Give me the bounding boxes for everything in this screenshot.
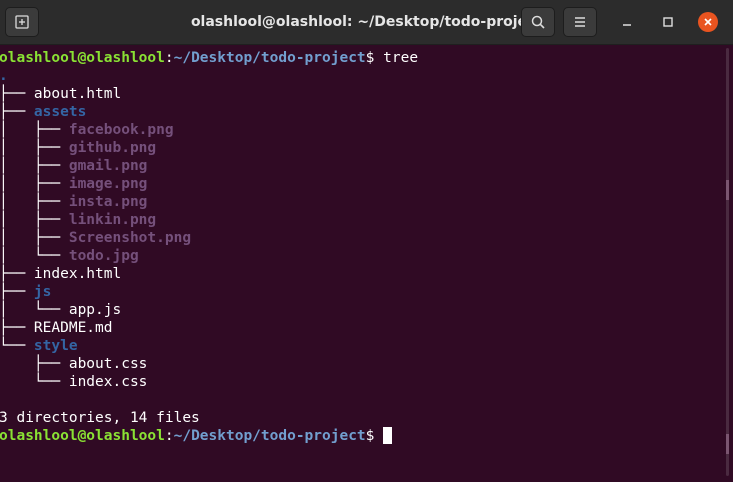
- tree-entry: ├── assets: [0, 103, 86, 121]
- prompt-path: ~/Desktop/todo-project: [173, 50, 366, 66]
- tree-branch: │ ├──: [0, 140, 69, 156]
- tree-summary: 3 directories, 14 files: [0, 410, 200, 426]
- tree-directory-name: assets: [33, 104, 87, 120]
- hamburger-menu-icon: [575, 17, 585, 27]
- tree-branch: │ └──: [0, 248, 69, 264]
- tree-branch: ├──: [0, 266, 34, 282]
- tree-file-name: todo.jpg: [68, 248, 139, 264]
- search-icon: [531, 15, 545, 29]
- tree-branch: ├──: [0, 356, 69, 372]
- prompt-line: olashlool@olashlool:~/Desktop/todo-proje…: [0, 49, 418, 67]
- tree-branch: │ ├──: [0, 158, 69, 174]
- tree-entry: │ ├── facebook.png: [0, 121, 174, 139]
- title-bar: olashlool@olashlool: ~/Desktop/todo-proj…: [0, 0, 733, 45]
- tree-entry: │ ├── linkin.png: [0, 211, 156, 229]
- tree-file-name: Screenshot.png: [68, 230, 192, 246]
- tree-branch: │ ├──: [0, 122, 69, 138]
- tree-branch: ├──: [0, 104, 34, 120]
- tree-entry: ├── README.md: [0, 319, 113, 337]
- tree-branch: └──: [0, 374, 69, 390]
- tree-file-name: image.png: [68, 176, 148, 192]
- tree-entry: └── style: [0, 337, 78, 355]
- prompt-line-current: olashlool@olashlool:~/Desktop/todo-proje…: [0, 427, 393, 445]
- tree-branch: ├──: [0, 320, 34, 336]
- prompt-separator: :: [164, 50, 174, 66]
- prompt-separator: :: [164, 428, 174, 444]
- minimize-button[interactable]: [617, 12, 637, 32]
- minimize-icon: [623, 24, 631, 26]
- tree-entry: │ └── todo.jpg: [0, 247, 139, 265]
- prompt-user: olashlool@olashlool: [0, 50, 165, 66]
- prompt-symbol: $: [365, 428, 375, 444]
- tree-entry: ├── about.css: [0, 355, 148, 373]
- tree-file-name: gmail.png: [68, 158, 148, 174]
- tree-file-name: index.css: [68, 374, 148, 390]
- tree-entry: └── index.css: [0, 373, 148, 391]
- command-text: tree: [383, 50, 419, 66]
- tree-file-name: index.html: [33, 266, 122, 282]
- tree-file-name: about.css: [68, 356, 148, 372]
- menu-button[interactable]: [563, 7, 597, 37]
- tree-branch: │ ├──: [0, 194, 69, 210]
- prompt-user: olashlool@olashlool: [0, 428, 165, 444]
- maximize-icon: [663, 17, 673, 27]
- tree-branch: │ ├──: [0, 176, 69, 192]
- tree-branch: │ ├──: [0, 230, 69, 246]
- tree-root: .: [0, 67, 8, 85]
- tree-entry: ├── index.html: [0, 265, 121, 283]
- prompt-symbol: $: [365, 50, 384, 66]
- terminal-output[interactable]: olashlool@olashlool:~/Desktop/todo-proje…: [0, 45, 720, 482]
- tree-entry: ├── about.html: [0, 85, 121, 103]
- tree-branch: │ ├──: [0, 212, 69, 228]
- terminal-window: olashlool@olashlool: ~/Desktop/todo-proj…: [0, 0, 733, 482]
- tree-directory-name: style: [33, 338, 78, 354]
- tree-file-name: app.js: [68, 302, 122, 318]
- tree-entry: │ ├── gmail.png: [0, 157, 147, 175]
- tree-branch: └──: [0, 338, 34, 354]
- close-button[interactable]: [698, 12, 718, 32]
- tree-file-name: about.html: [33, 86, 122, 102]
- tree-directory-name: js: [33, 284, 52, 300]
- tree-branch: ├──: [0, 86, 34, 102]
- tree-root-dir: .: [0, 68, 8, 84]
- tree-entry: │ ├── github.png: [0, 139, 156, 157]
- tree-file-name: github.png: [68, 140, 157, 156]
- tree-entry: │ ├── image.png: [0, 175, 147, 193]
- tree-file-name: README.md: [33, 320, 113, 336]
- tree-entry: ├── js: [0, 283, 51, 301]
- tree-file-name: insta.png: [68, 194, 148, 210]
- scrollbar[interactable]: [726, 48, 729, 476]
- tree-branch: │ └──: [0, 302, 69, 318]
- tree-entry: │ └── app.js: [0, 301, 121, 319]
- tree-branch: ├──: [0, 284, 34, 300]
- scrollbar-mark: [726, 434, 729, 454]
- search-button[interactable]: [521, 7, 555, 37]
- tree-file-name: facebook.png: [68, 122, 174, 138]
- text-cursor: [383, 427, 393, 444]
- close-icon: [704, 18, 712, 26]
- tree-entry: │ ├── Screenshot.png: [0, 229, 191, 247]
- maximize-button[interactable]: [658, 12, 678, 32]
- prompt-path: ~/Desktop/todo-project: [173, 428, 366, 444]
- tree-entry: │ ├── insta.png: [0, 193, 147, 211]
- tree-file-name: linkin.png: [68, 212, 157, 228]
- scrollbar-mark: [726, 180, 729, 200]
